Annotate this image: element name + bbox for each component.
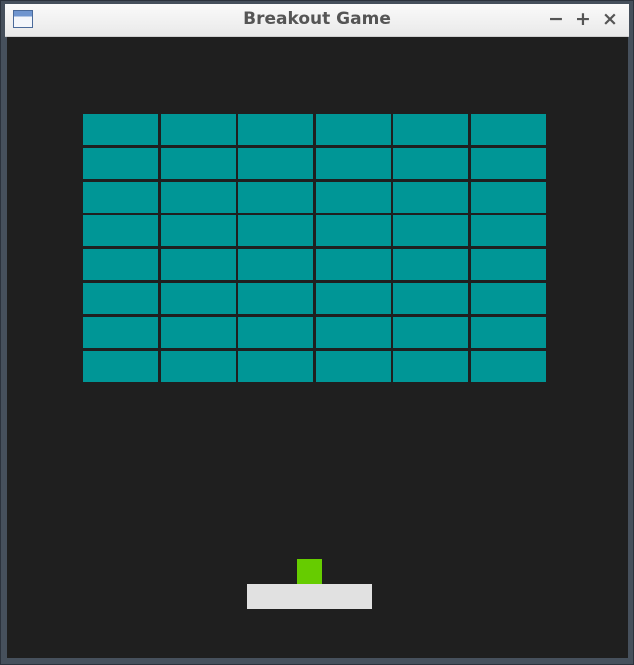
brick bbox=[393, 317, 468, 348]
brick bbox=[393, 249, 468, 280]
brick bbox=[238, 317, 313, 348]
brick bbox=[83, 283, 158, 314]
brick bbox=[161, 351, 236, 382]
brick bbox=[238, 249, 313, 280]
brick bbox=[161, 114, 236, 145]
brick bbox=[316, 351, 391, 382]
brick bbox=[161, 182, 236, 213]
maximize-icon[interactable]: + bbox=[572, 8, 594, 30]
brick bbox=[316, 182, 391, 213]
brick bbox=[316, 148, 391, 179]
brick bbox=[83, 317, 158, 348]
game-canvas[interactable] bbox=[7, 37, 628, 658]
brick bbox=[316, 317, 391, 348]
brick bbox=[316, 114, 391, 145]
brick bbox=[471, 317, 546, 348]
brick bbox=[471, 351, 546, 382]
brick bbox=[471, 114, 546, 145]
brick bbox=[83, 182, 158, 213]
brick bbox=[316, 283, 391, 314]
brick bbox=[83, 215, 158, 246]
brick bbox=[238, 182, 313, 213]
brick bbox=[471, 283, 546, 314]
close-icon[interactable]: × bbox=[599, 8, 621, 30]
minimize-icon[interactable]: − bbox=[545, 8, 567, 30]
brick bbox=[161, 148, 236, 179]
brick bbox=[238, 215, 313, 246]
ball bbox=[297, 559, 322, 584]
brick bbox=[471, 249, 546, 280]
game-window: Breakout Game − + × bbox=[0, 0, 634, 665]
brick bbox=[393, 283, 468, 314]
brick bbox=[161, 249, 236, 280]
brick bbox=[83, 249, 158, 280]
brick bbox=[83, 351, 158, 382]
brick bbox=[393, 215, 468, 246]
brick bbox=[393, 148, 468, 179]
brick bbox=[83, 148, 158, 179]
brick bbox=[393, 182, 468, 213]
window-title: Breakout Game bbox=[243, 9, 391, 29]
brick bbox=[471, 148, 546, 179]
title-bar[interactable]: Breakout Game − + × bbox=[5, 4, 629, 37]
brick bbox=[161, 283, 236, 314]
brick bbox=[238, 283, 313, 314]
brick bbox=[238, 114, 313, 145]
brick bbox=[161, 215, 236, 246]
brick bbox=[393, 351, 468, 382]
brick bbox=[393, 114, 468, 145]
brick bbox=[238, 351, 313, 382]
brick bbox=[316, 249, 391, 280]
brick bbox=[238, 148, 313, 179]
brick bbox=[83, 114, 158, 145]
brick bbox=[316, 215, 391, 246]
paddle[interactable] bbox=[247, 584, 372, 609]
brick bbox=[471, 215, 546, 246]
brick bbox=[161, 317, 236, 348]
brick bbox=[471, 182, 546, 213]
